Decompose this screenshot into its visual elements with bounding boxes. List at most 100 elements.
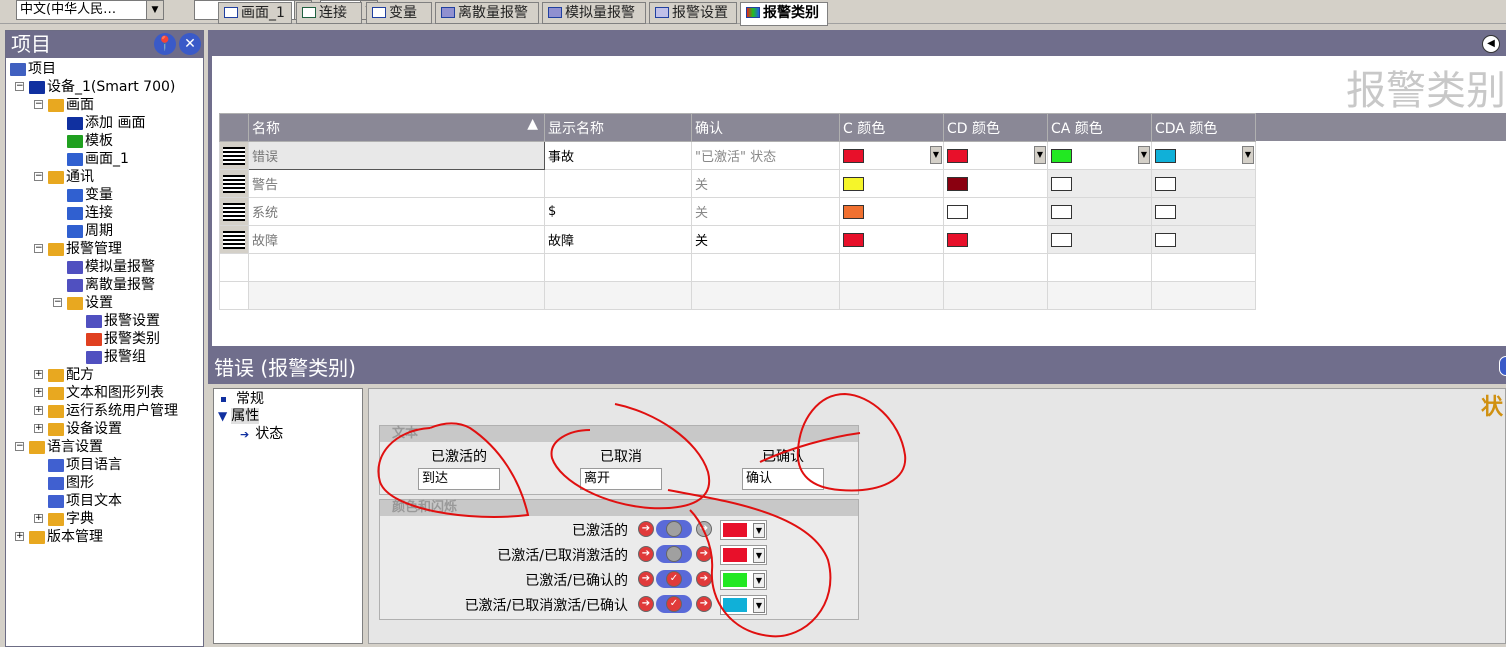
nav-item-general[interactable]: 常规	[221, 390, 264, 408]
cell-ca-color[interactable]	[1047, 169, 1152, 198]
column-header-ca-color[interactable]: CA 颜色	[1047, 113, 1152, 142]
collapse-icon[interactable]: −	[53, 298, 62, 307]
arrow-right-icon[interactable]: ➔	[638, 521, 654, 537]
column-header-c-color[interactable]: C 颜色	[839, 113, 944, 142]
color-select[interactable]: ▼	[720, 595, 767, 615]
cell-c-color[interactable]: ▼	[839, 141, 944, 170]
chevron-down-icon[interactable]: ▼	[1138, 146, 1150, 164]
column-header-name[interactable]: 名称 ▲	[248, 113, 545, 142]
cell-ca-color[interactable]	[1047, 225, 1152, 254]
cell-cd-color[interactable]: ▼	[943, 141, 1048, 170]
cell-acknowledge[interactable]: 关	[691, 169, 840, 198]
cell-cda-color[interactable]	[1151, 225, 1256, 254]
expand-icon[interactable]: +	[34, 370, 43, 379]
pin-icon[interactable]: 📍	[154, 33, 176, 55]
activated-text-field[interactable]: 到达	[418, 468, 500, 490]
cell-cda-color[interactable]	[1151, 197, 1256, 226]
tree-item-project-texts[interactable]: 项目文本	[48, 492, 122, 510]
tree-item-device-settings-folder[interactable]: 设备设置	[48, 420, 122, 438]
cell-name[interactable]: 错误	[248, 141, 545, 170]
tree-item-alarm-classes[interactable]: 报警类别	[86, 330, 160, 348]
close-icon[interactable]: ✕	[179, 33, 201, 55]
tree-item-discrete-alarms[interactable]: 离散量报警	[67, 276, 155, 294]
cell-cda-color[interactable]	[1151, 169, 1256, 198]
chevron-down-icon[interactable]: ▼	[930, 146, 942, 164]
cell-c-color[interactable]	[839, 169, 944, 198]
arrow-right-icon[interactable]: ➔	[638, 571, 654, 587]
cell-c-color[interactable]	[839, 225, 944, 254]
cell-name[interactable]: 系统	[248, 197, 545, 226]
chevron-down-icon[interactable]: ▼	[1034, 146, 1046, 164]
cell-acknowledge[interactable]: "已激活" 状态	[691, 141, 840, 170]
cell-name[interactable]: 警告	[248, 169, 545, 198]
tab-alarm-classes[interactable]: 报警类别	[740, 2, 828, 26]
nav-item-state[interactable]: ➔ 状态	[240, 425, 283, 444]
cell-display-name[interactable]: 事故	[544, 141, 692, 170]
tree-item-graphics[interactable]: 图形	[48, 474, 94, 492]
chevron-down-icon[interactable]: ▼	[753, 573, 765, 588]
cell-acknowledge[interactable]: 关	[691, 225, 840, 254]
arrow-right-icon[interactable]: ➔	[638, 596, 654, 612]
row-selector[interactable]	[219, 169, 249, 198]
language-select[interactable]: 中文(中华人民… ▼	[16, 0, 164, 20]
arrow-right-icon[interactable]: ➔	[696, 546, 712, 562]
tree-item-project-root[interactable]: 项目	[10, 60, 56, 78]
tree-item-screens-folder[interactable]: 画面	[48, 96, 94, 114]
table-row[interactable]: 错误 事故 "已激活" 状态 ▼ ▼ ▼ ▼	[219, 141, 1256, 170]
flash-toggle[interactable]: ✓	[656, 570, 692, 588]
cell-acknowledge[interactable]: 关	[691, 197, 840, 226]
row-selector[interactable]	[219, 197, 249, 226]
arrow-right-icon[interactable]: ➔	[696, 596, 712, 612]
tree-item-dictionaries-folder[interactable]: 字典	[48, 510, 94, 528]
color-select[interactable]: ▼	[720, 520, 767, 540]
expand-icon[interactable]: +	[34, 514, 43, 523]
arrow-right-icon[interactable]: ➔	[696, 521, 712, 537]
tree-item-screen-1[interactable]: 画面_1	[67, 150, 129, 168]
tree-item-template[interactable]: 模板	[67, 132, 113, 150]
cell-cd-color[interactable]	[943, 197, 1048, 226]
tree-item-alarm-settings[interactable]: 报警设置	[86, 312, 160, 330]
cell-c-color[interactable]	[839, 197, 944, 226]
tree-item-connections[interactable]: 连接	[67, 204, 113, 222]
color-select[interactable]: ▼	[720, 545, 767, 565]
tree-item-alarm-management-folder[interactable]: 报警管理	[48, 240, 122, 258]
tree-item-tags[interactable]: 变量	[67, 186, 113, 204]
column-header-acknowledge[interactable]: 确认	[691, 113, 840, 142]
collapse-icon[interactable]: −	[34, 172, 43, 181]
tree-item-runtime-user-admin-folder[interactable]: 运行系统用户管理	[48, 402, 178, 420]
cell-name[interactable]: 故障	[248, 225, 545, 254]
row-selector[interactable]	[219, 225, 249, 254]
table-row[interactable]: 系统 $ 关	[219, 197, 1256, 226]
cell-display-name[interactable]: 故障	[544, 225, 692, 254]
tree-item-project-languages[interactable]: 项目语言	[48, 456, 122, 474]
tab-alarm-settings[interactable]: 报警设置	[649, 2, 737, 24]
cell-ca-color[interactable]: ▼	[1047, 141, 1152, 170]
column-header-cd-color[interactable]: CD 颜色	[943, 113, 1048, 142]
table-row[interactable]: 警告 关	[219, 169, 1256, 198]
tree-item-settings-folder[interactable]: 设置	[67, 294, 113, 312]
tab-screen-1[interactable]: 画面_1	[218, 2, 292, 24]
cell-cd-color[interactable]	[943, 169, 1048, 198]
chevron-down-icon[interactable]: ▼	[146, 1, 163, 19]
scroll-left-icon[interactable]: ◀	[1482, 35, 1500, 53]
table-row[interactable]: 故障 故障 关	[219, 225, 1256, 254]
tab-tags[interactable]: 变量	[366, 2, 432, 24]
cell-cda-color[interactable]: ▼	[1151, 141, 1256, 170]
flash-toggle[interactable]: ✓	[656, 595, 692, 613]
info-icon[interactable]	[1499, 356, 1506, 376]
chevron-down-icon[interactable]: ▼	[753, 548, 765, 563]
cell-ca-color[interactable]	[1047, 197, 1152, 226]
cell-cd-color[interactable]	[943, 225, 1048, 254]
tab-discrete-alarms[interactable]: 离散量报警	[435, 2, 539, 24]
tree-item-communication-folder[interactable]: 通讯	[48, 168, 94, 186]
nav-item-properties[interactable]: ▼ 属性	[218, 407, 260, 425]
color-select[interactable]: ▼	[720, 570, 767, 590]
tree-item-text-graphic-lists-folder[interactable]: 文本和图形列表	[48, 384, 164, 402]
chevron-down-icon[interactable]: ▼	[753, 523, 765, 538]
column-header-cda-color[interactable]: CDA 颜色	[1151, 113, 1256, 142]
column-header-display-name[interactable]: 显示名称	[544, 113, 692, 142]
expand-icon[interactable]: +	[34, 388, 43, 397]
tab-connections[interactable]: 连接	[296, 2, 362, 24]
arrow-right-icon[interactable]: ➔	[638, 546, 654, 562]
collapse-icon[interactable]: −	[34, 244, 43, 253]
